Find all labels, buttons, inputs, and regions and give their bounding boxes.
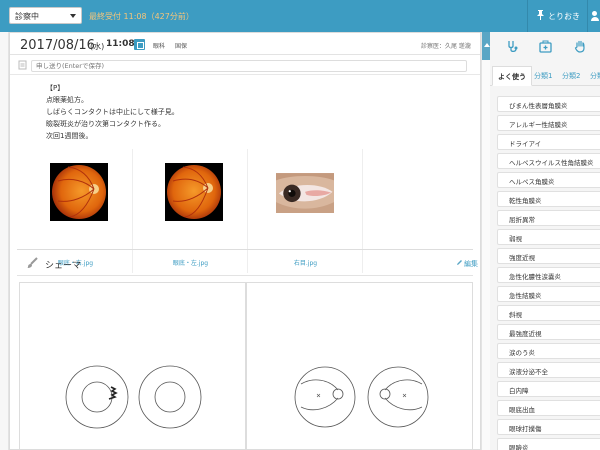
hold-button-label: とりおき xyxy=(548,12,580,21)
user-icon xyxy=(592,11,597,16)
eye-photo[interactable] xyxy=(276,164,334,222)
stethoscope-tool-button[interactable] xyxy=(494,32,531,62)
diagnosis-item[interactable]: 涙のう炎 xyxy=(497,343,600,359)
hand-tool-button[interactable] xyxy=(562,32,599,62)
diagnosis-item[interactable]: ヘルペスウイルス性角結膜炎 xyxy=(497,153,600,169)
tab-category-1[interactable]: 分類1 xyxy=(529,66,557,86)
diagnosis-item[interactable]: 白内障 xyxy=(497,381,600,397)
diagnosis-item[interactable]: ドライアイ xyxy=(497,134,600,150)
diagnosis-item[interactable]: 斜視 xyxy=(497,305,600,321)
status-select-value: 診察中 xyxy=(15,12,39,21)
note-line: しばらくコンタクトは中止にして様子見。 xyxy=(46,108,179,116)
diagnosis-item[interactable]: びまん性表層角膜炎 xyxy=(497,96,600,112)
user-menu-button[interactable] xyxy=(587,0,600,32)
tab-category-3[interactable]: 分類 xyxy=(585,66,600,86)
diagnosis-item[interactable]: アレルギー性結膜炎 xyxy=(497,115,600,131)
diagnosis-item[interactable]: 眼底出血 xyxy=(497,400,600,416)
note-line: 次回1週間後。 xyxy=(46,132,93,140)
visit-header: 2017/08/16 (水) 11:08 眼科 国保 診察医：久尾 瑳瀧 xyxy=(10,33,480,55)
diagnosis-item[interactable]: 急性結膜炎 xyxy=(497,286,600,302)
memo-icon xyxy=(18,60,28,70)
fundus-diagram xyxy=(294,366,429,428)
diagnosis-item[interactable]: 眼球打撲傷 xyxy=(497,419,600,435)
diagnosis-toolbar xyxy=(490,32,600,62)
clinical-note: 【P】 点眼薬処方。 しばらくコンタクトは中止にして様子見。 瞼裂斑炎が治り次第… xyxy=(46,82,179,142)
diagnosis-item[interactable]: 強度近視 xyxy=(497,248,600,264)
department: 眼科 xyxy=(153,43,166,50)
schema-edit-link[interactable]: 編集 xyxy=(464,259,478,269)
visit-day-of-week: (水) xyxy=(90,42,105,51)
visit-time: 11:08 xyxy=(106,39,135,49)
tab-frequent[interactable]: よく使う xyxy=(492,66,532,86)
insurance-type: 国保 xyxy=(175,43,188,50)
anterior-eye-diagram xyxy=(65,365,202,429)
tab-category-2[interactable]: 分類2 xyxy=(557,66,585,86)
diagnosis-item[interactable]: 弱視 xyxy=(497,229,600,245)
left-strip xyxy=(0,32,9,450)
main-scrollbar[interactable] xyxy=(481,32,491,450)
diagnosis-item[interactable]: 最強度近視 xyxy=(497,324,600,340)
fundus-image-left[interactable] xyxy=(165,163,223,221)
diagnosis-item[interactable]: 涙液分泌不全 xyxy=(497,362,600,378)
visit-date: 2017/08/16 xyxy=(20,38,95,53)
fundus-image-right[interactable] xyxy=(50,163,108,221)
schema-drawing-fundus[interactable] xyxy=(246,282,473,449)
status-select[interactable]: 診察中 xyxy=(9,7,82,24)
note-line: 瞼裂斑炎が治り次第コンタクト作る。 xyxy=(46,120,165,128)
chevron-down-icon xyxy=(70,14,76,18)
top-bar: 診察中 最終受付 11:08（427分前） とりおき xyxy=(0,0,600,32)
document-icon[interactable] xyxy=(134,39,145,50)
stethoscope-icon xyxy=(508,41,518,53)
doctor-name: 診察医：久尾 瑳瀧 xyxy=(421,43,471,50)
diagnosis-item[interactable]: 急性化膿性涙嚢炎 xyxy=(497,267,600,283)
medical-bag-icon xyxy=(539,40,552,53)
hold-button[interactable]: とりおき xyxy=(527,0,587,32)
note-line: 点眼薬処方。 xyxy=(46,96,88,104)
schema-title: シェーマ xyxy=(45,261,82,271)
schema-panel: シェーマ 編集 xyxy=(17,249,478,449)
note-line: 【P】 xyxy=(46,84,65,92)
diagnosis-item[interactable]: 乾性角膜炎 xyxy=(497,191,600,207)
medical-record-panel: 2017/08/16 (水) 11:08 眼科 国保 診察医：久尾 瑳瀧 【P】… xyxy=(9,32,481,450)
diagnosis-item[interactable]: 屈折異常 xyxy=(497,210,600,226)
pin-icon xyxy=(536,10,545,23)
diagnosis-tabs: よく使う 分類1 分類2 分類 xyxy=(490,66,600,86)
hand-icon xyxy=(574,40,585,53)
memo-input[interactable] xyxy=(31,60,467,72)
diagnosis-panel: よく使う 分類1 分類2 分類 びまん性表層角膜炎 アレルギー性結膜炎 ドライア… xyxy=(490,32,600,450)
diagnosis-item[interactable]: ヘルペス角膜炎 xyxy=(497,172,600,188)
schema-drawing-anterior[interactable] xyxy=(19,282,246,449)
last-reception-text: 最終受付 11:08（427分前） xyxy=(89,12,194,21)
diagnosis-list: びまん性表層角膜炎 アレルギー性結膜炎 ドライアイ ヘルペスウイルス性角結膜炎 … xyxy=(497,96,600,450)
memo-row xyxy=(10,56,480,75)
pencil-icon[interactable] xyxy=(456,259,464,267)
medical-bag-tool-button[interactable] xyxy=(527,32,564,62)
brush-icon xyxy=(26,257,38,269)
schema-header: シェーマ 編集 xyxy=(17,250,478,276)
diagnosis-item[interactable]: 眼瞼炎 xyxy=(497,438,600,450)
